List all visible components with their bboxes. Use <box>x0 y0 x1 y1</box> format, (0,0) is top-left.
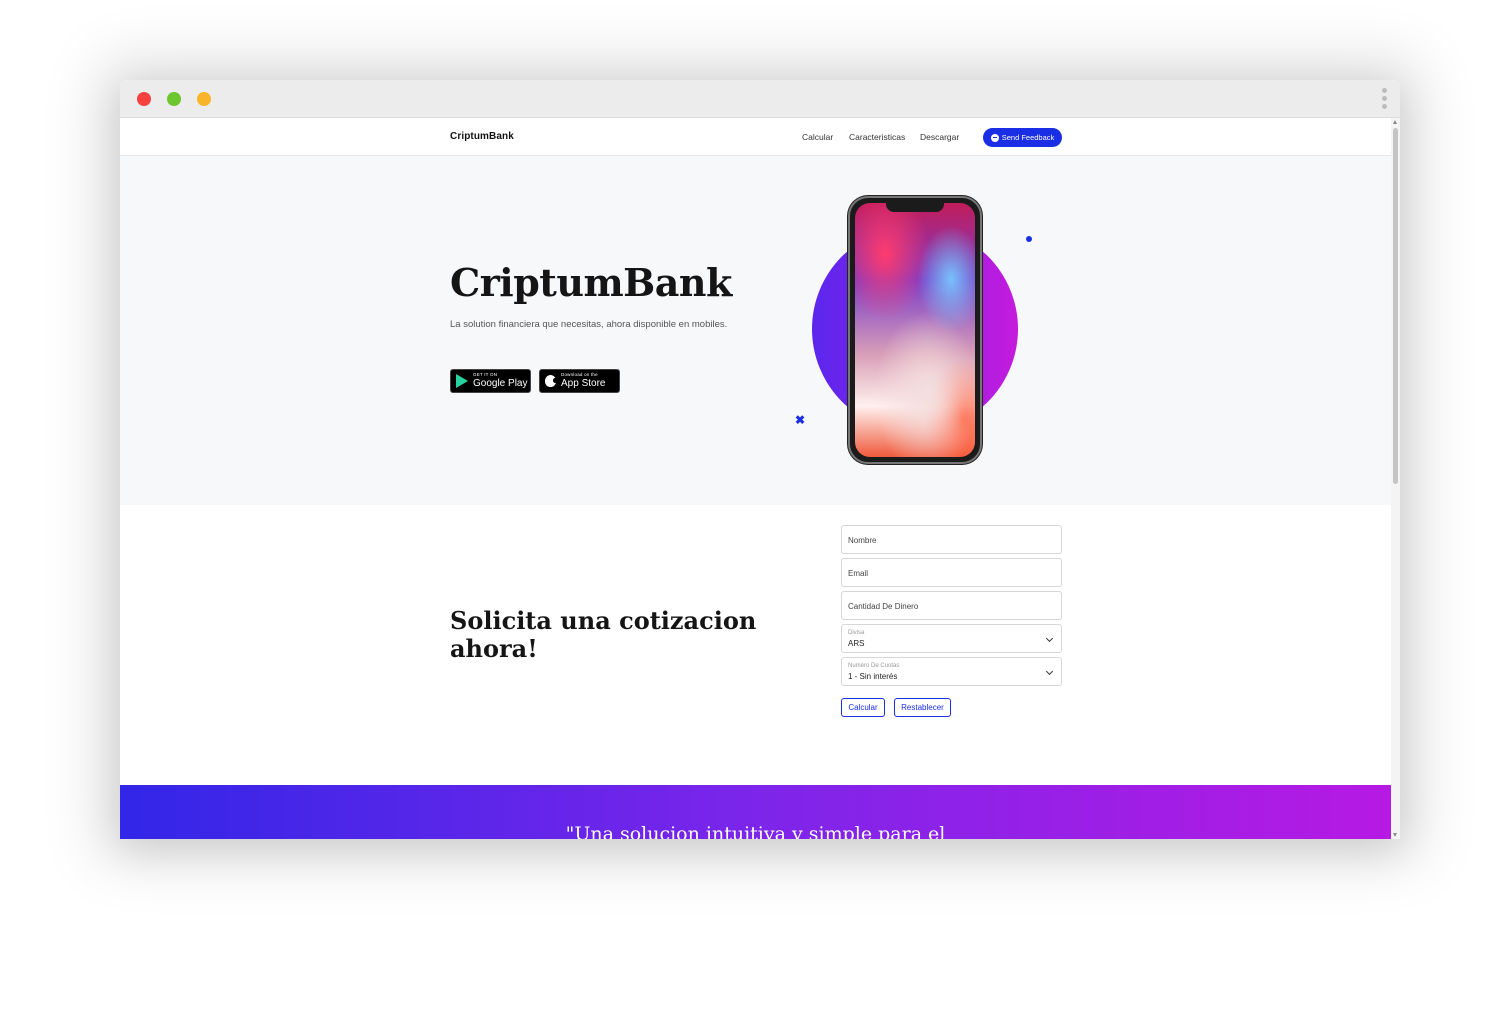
scroll-up-icon[interactable] <box>1393 120 1397 124</box>
maximize-window-button[interactable] <box>167 92 181 106</box>
quote-form-section: Solicita una cotizacion ahora! Nombre Em… <box>120 505 1391 785</box>
scrollbar-thumb[interactable] <box>1393 128 1398 484</box>
browser-window: CriptumBank Calcular Caracteristicas Des… <box>120 80 1400 839</box>
minimize-window-button[interactable] <box>197 92 211 106</box>
chevron-down-icon <box>1045 634 1054 643</box>
testimonial-section: "Una solucion intuitiva y simple para el <box>120 785 1391 839</box>
nombre-placeholder: Nombre <box>848 536 877 545</box>
browser-titlebar <box>120 80 1400 118</box>
google-play-label: Google Play <box>473 377 528 389</box>
send-feedback-button[interactable]: Send Feedback <box>983 128 1062 147</box>
page-scrollbar[interactable] <box>1391 118 1400 839</box>
nav-link-descargar[interactable]: Descargar <box>920 132 959 142</box>
phone-notch <box>886 203 944 212</box>
cantidad-field[interactable]: Cantidad De Dinero <box>841 591 1062 620</box>
restablecer-button[interactable]: Restablecer <box>894 698 951 717</box>
hero-title: CriptumBank <box>450 260 732 305</box>
phone-screen <box>855 203 975 457</box>
hero-section: CriptumBank La solution financiera que n… <box>120 156 1391 505</box>
cuotas-label: Numero De Cuotas <box>848 663 900 669</box>
phone-mockup-image <box>848 196 982 464</box>
cuotas-select[interactable]: Numero De Cuotas 1 - Sin interés <box>841 657 1062 686</box>
email-placeholder: Email <box>848 569 869 578</box>
divisa-select[interactable]: Divisa ARS <box>841 624 1062 653</box>
send-feedback-label: Send Feedback <box>1001 133 1055 142</box>
google-play-button[interactable]: GET IT ON Google Play <box>450 369 531 393</box>
scroll-down-icon[interactable] <box>1393 833 1397 837</box>
nav-link-caracteristicas[interactable]: Caracteristicas <box>849 132 905 142</box>
apple-icon <box>545 375 557 387</box>
calcular-button[interactable]: Calcular <box>841 698 885 717</box>
quote-form-title: Solicita una cotizacion ahora! <box>450 606 757 663</box>
cuotas-value: 1 - Sin interés <box>848 672 898 681</box>
divisa-value: ARS <box>848 639 865 648</box>
nombre-field[interactable]: Nombre <box>841 525 1062 554</box>
chat-icon <box>990 133 999 142</box>
navbar: CriptumBank Calcular Caracteristicas Des… <box>120 118 1391 156</box>
google-play-icon <box>456 374 468 388</box>
nav-link-calcular[interactable]: Calcular <box>802 132 833 142</box>
email-field[interactable]: Email <box>841 558 1062 587</box>
app-store-label: App Store <box>561 377 606 389</box>
x-decoration-icon: ✖ <box>795 413 806 427</box>
more-options-icon[interactable] <box>1380 88 1388 110</box>
app-store-button[interactable]: Download on the App Store <box>539 369 620 393</box>
divisa-label: Divisa <box>848 630 865 636</box>
brand-logo[interactable]: CriptumBank <box>450 131 514 142</box>
cantidad-placeholder: Cantidad De Dinero <box>848 602 919 611</box>
chevron-down-icon <box>1045 667 1054 676</box>
hero-subtitle: La solution financiera que necesitas, ah… <box>450 319 728 330</box>
page-viewport: CriptumBank Calcular Caracteristicas Des… <box>120 118 1391 839</box>
dot-decoration <box>1026 236 1032 242</box>
testimonial-quote: "Una solucion intuitiva y simple para el <box>565 823 946 839</box>
close-window-button[interactable] <box>137 92 151 106</box>
